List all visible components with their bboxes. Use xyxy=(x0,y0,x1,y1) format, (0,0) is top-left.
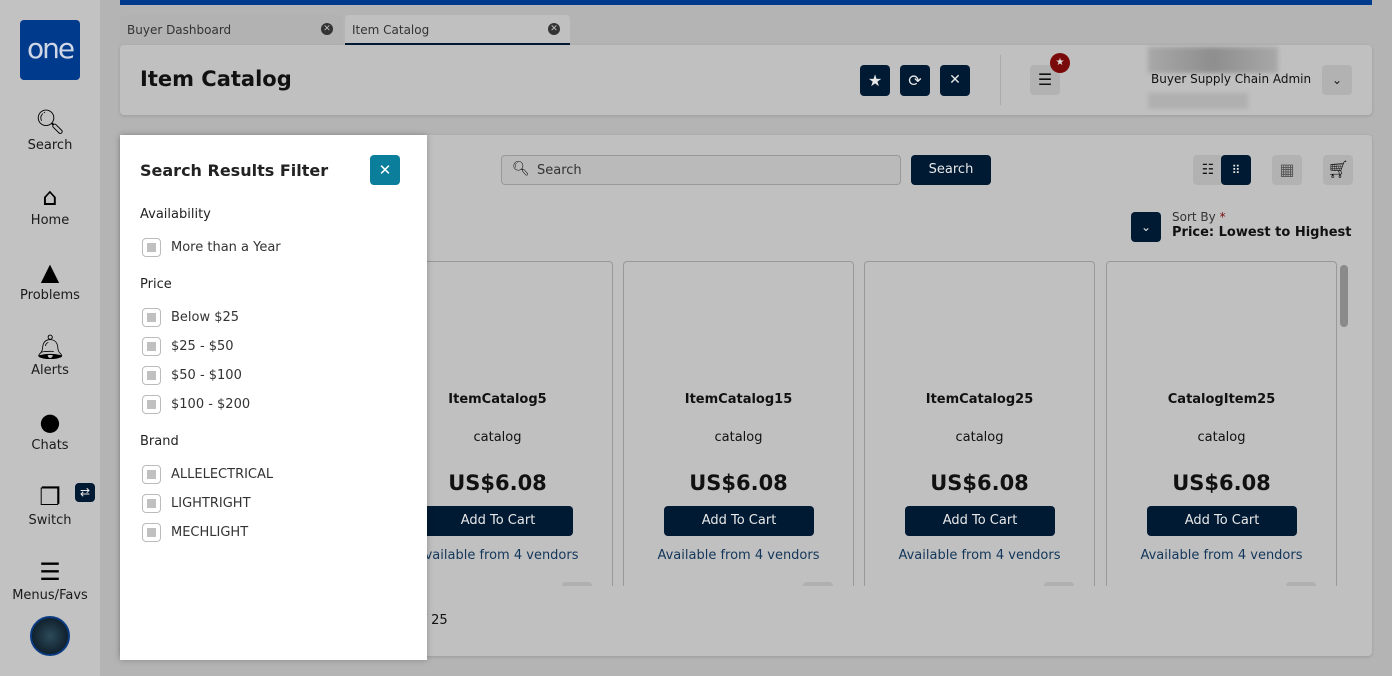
grid-view-button[interactable]: ⠿ xyxy=(1221,155,1251,185)
brand-bar xyxy=(120,0,1372,5)
checkbox[interactable] xyxy=(142,395,161,414)
checkbox[interactable] xyxy=(142,523,161,542)
filter-option[interactable]: $100 - $200 xyxy=(142,395,250,414)
chevron-down-icon: ⌄ xyxy=(1140,220,1152,234)
switch-arrows-icon[interactable]: ⇄ xyxy=(75,483,95,502)
bell-icon: 🔔︎ xyxy=(34,333,66,361)
tab-item-catalog[interactable]: Item Catalog ✕ xyxy=(345,15,570,45)
filter-option[interactable]: MECHLIGHT xyxy=(142,523,248,542)
checkbox[interactable] xyxy=(142,308,161,327)
menu-icon: ☰ xyxy=(39,558,61,586)
filter-option[interactable]: ALLELECTRICAL xyxy=(142,465,273,484)
sort-dropdown-button[interactable]: ⌄ xyxy=(1131,212,1161,242)
search-icon: 🔍︎ xyxy=(512,161,530,177)
sidebar-item-menus-favs[interactable]: ☰ Menus/Favs xyxy=(0,558,100,603)
sidebar-item-chats[interactable]: ● Chats xyxy=(0,408,100,453)
product-card[interactable]: ItemCatalog15 catalog US$6.08 Add To Cart Av… xyxy=(623,261,854,586)
list-view-button[interactable]: ☷ xyxy=(1193,155,1223,185)
close-icon: ✕ xyxy=(378,161,392,179)
list-icon: ☷ xyxy=(1201,162,1215,178)
close-icon: ✕ xyxy=(949,72,961,88)
search-input[interactable]: 🔍︎ Search xyxy=(501,155,901,185)
checkbox[interactable] xyxy=(142,238,161,257)
search-icon: 🔍︎ xyxy=(34,108,66,136)
tile-view-button[interactable]: ▦ xyxy=(1272,155,1302,185)
sidebar-item-search[interactable]: 🔍︎ Search xyxy=(0,108,100,153)
filter-option[interactable]: More than a Year xyxy=(142,238,281,257)
grid-icon: ⠿ xyxy=(1231,163,1241,177)
close-tab-icon[interactable]: ✕ xyxy=(548,23,560,35)
favorites-badge-star-icon: ★ xyxy=(1050,53,1070,73)
page-title: Item Catalog xyxy=(140,67,292,91)
checkbox[interactable] xyxy=(142,337,161,356)
tiles-icon: ▦ xyxy=(1279,160,1295,179)
redacted-org xyxy=(1148,93,1248,109)
user-role: Buyer Supply Chain Admin xyxy=(1151,72,1312,86)
checkbox[interactable] xyxy=(142,494,161,513)
add-to-cart-button[interactable]: Add To Cart xyxy=(1147,506,1297,536)
cart-button[interactable]: 🛒︎ xyxy=(1323,155,1353,185)
warning-icon: ▲ xyxy=(40,258,60,286)
close-tab-icon[interactable]: ✕ xyxy=(321,23,333,35)
app-logo[interactable]: one xyxy=(20,20,80,80)
filter-option[interactable]: LIGHTRIGHT xyxy=(142,494,251,513)
filter-section-availability: Availability xyxy=(140,207,211,222)
search-results-filter-panel: Search Results Filter ✕ Availability Mor… xyxy=(120,135,427,660)
user-menu-button[interactable]: ⌄ xyxy=(1322,65,1352,95)
redacted-username xyxy=(1148,47,1278,73)
sidebar: one 🔍︎ Search ⌂ Home ▲ Problems 🔔︎ Alerts ● C… xyxy=(0,0,100,676)
sort-value[interactable]: Price: Lowest to Highest xyxy=(1172,225,1352,240)
tab-buyer-dashboard[interactable]: Buyer Dashboard ✕ xyxy=(120,15,343,45)
avatar[interactable] xyxy=(30,616,70,656)
scrollbar-thumb[interactable] xyxy=(1340,265,1348,327)
chevron-down-icon: ⌄ xyxy=(1331,73,1343,87)
filter-option[interactable]: Below $25 xyxy=(142,308,239,327)
sidebar-item-problems[interactable]: ▲ Problems xyxy=(0,258,100,303)
add-to-cart-button[interactable]: Add To Cart xyxy=(664,506,814,536)
add-to-cart-button[interactable]: Add To Cart xyxy=(905,506,1055,536)
sidebar-item-alerts[interactable]: 🔔︎ Alerts xyxy=(0,333,100,378)
divider xyxy=(1000,55,1001,105)
checkbox[interactable] xyxy=(142,366,161,385)
close-page-button[interactable]: ✕ xyxy=(940,65,970,96)
checkbox[interactable] xyxy=(142,465,161,484)
menu-icon: ☰ xyxy=(1037,70,1053,89)
refresh-icon: ⟳ xyxy=(908,71,922,90)
filter-option[interactable]: $25 - $50 xyxy=(142,337,234,356)
filter-title: Search Results Filter xyxy=(140,161,329,180)
page-header: Item Catalog ★ ⟳ ✕ ☰ ★ Buyer Supply Chai… xyxy=(120,45,1372,115)
search-button[interactable]: Search xyxy=(911,155,991,185)
star-icon: ★ xyxy=(867,71,883,90)
close-filter-button[interactable]: ✕ xyxy=(370,155,400,185)
add-to-cart-button[interactable]: Add To Cart xyxy=(423,506,573,536)
home-icon: ⌂ xyxy=(42,183,58,211)
cart-icon: 🛒︎ xyxy=(1327,160,1349,180)
chat-icon: ● xyxy=(39,408,61,436)
filter-option[interactable]: $50 - $100 xyxy=(142,366,242,385)
refresh-button[interactable]: ⟳ xyxy=(900,65,930,96)
sort-label: Sort By * xyxy=(1172,210,1226,224)
product-card[interactable]: ItemCatalog25 catalog US$6.08 Add To Cart Av… xyxy=(864,261,1095,586)
filter-section-price: Price xyxy=(140,277,172,292)
favorite-button[interactable]: ★ xyxy=(860,65,890,96)
product-card[interactable]: CatalogItem25 catalog US$6.08 Add To Cart Av… xyxy=(1106,261,1337,586)
sidebar-item-home[interactable]: ⌂ Home xyxy=(0,183,100,228)
filter-section-brand: Brand xyxy=(140,434,179,449)
